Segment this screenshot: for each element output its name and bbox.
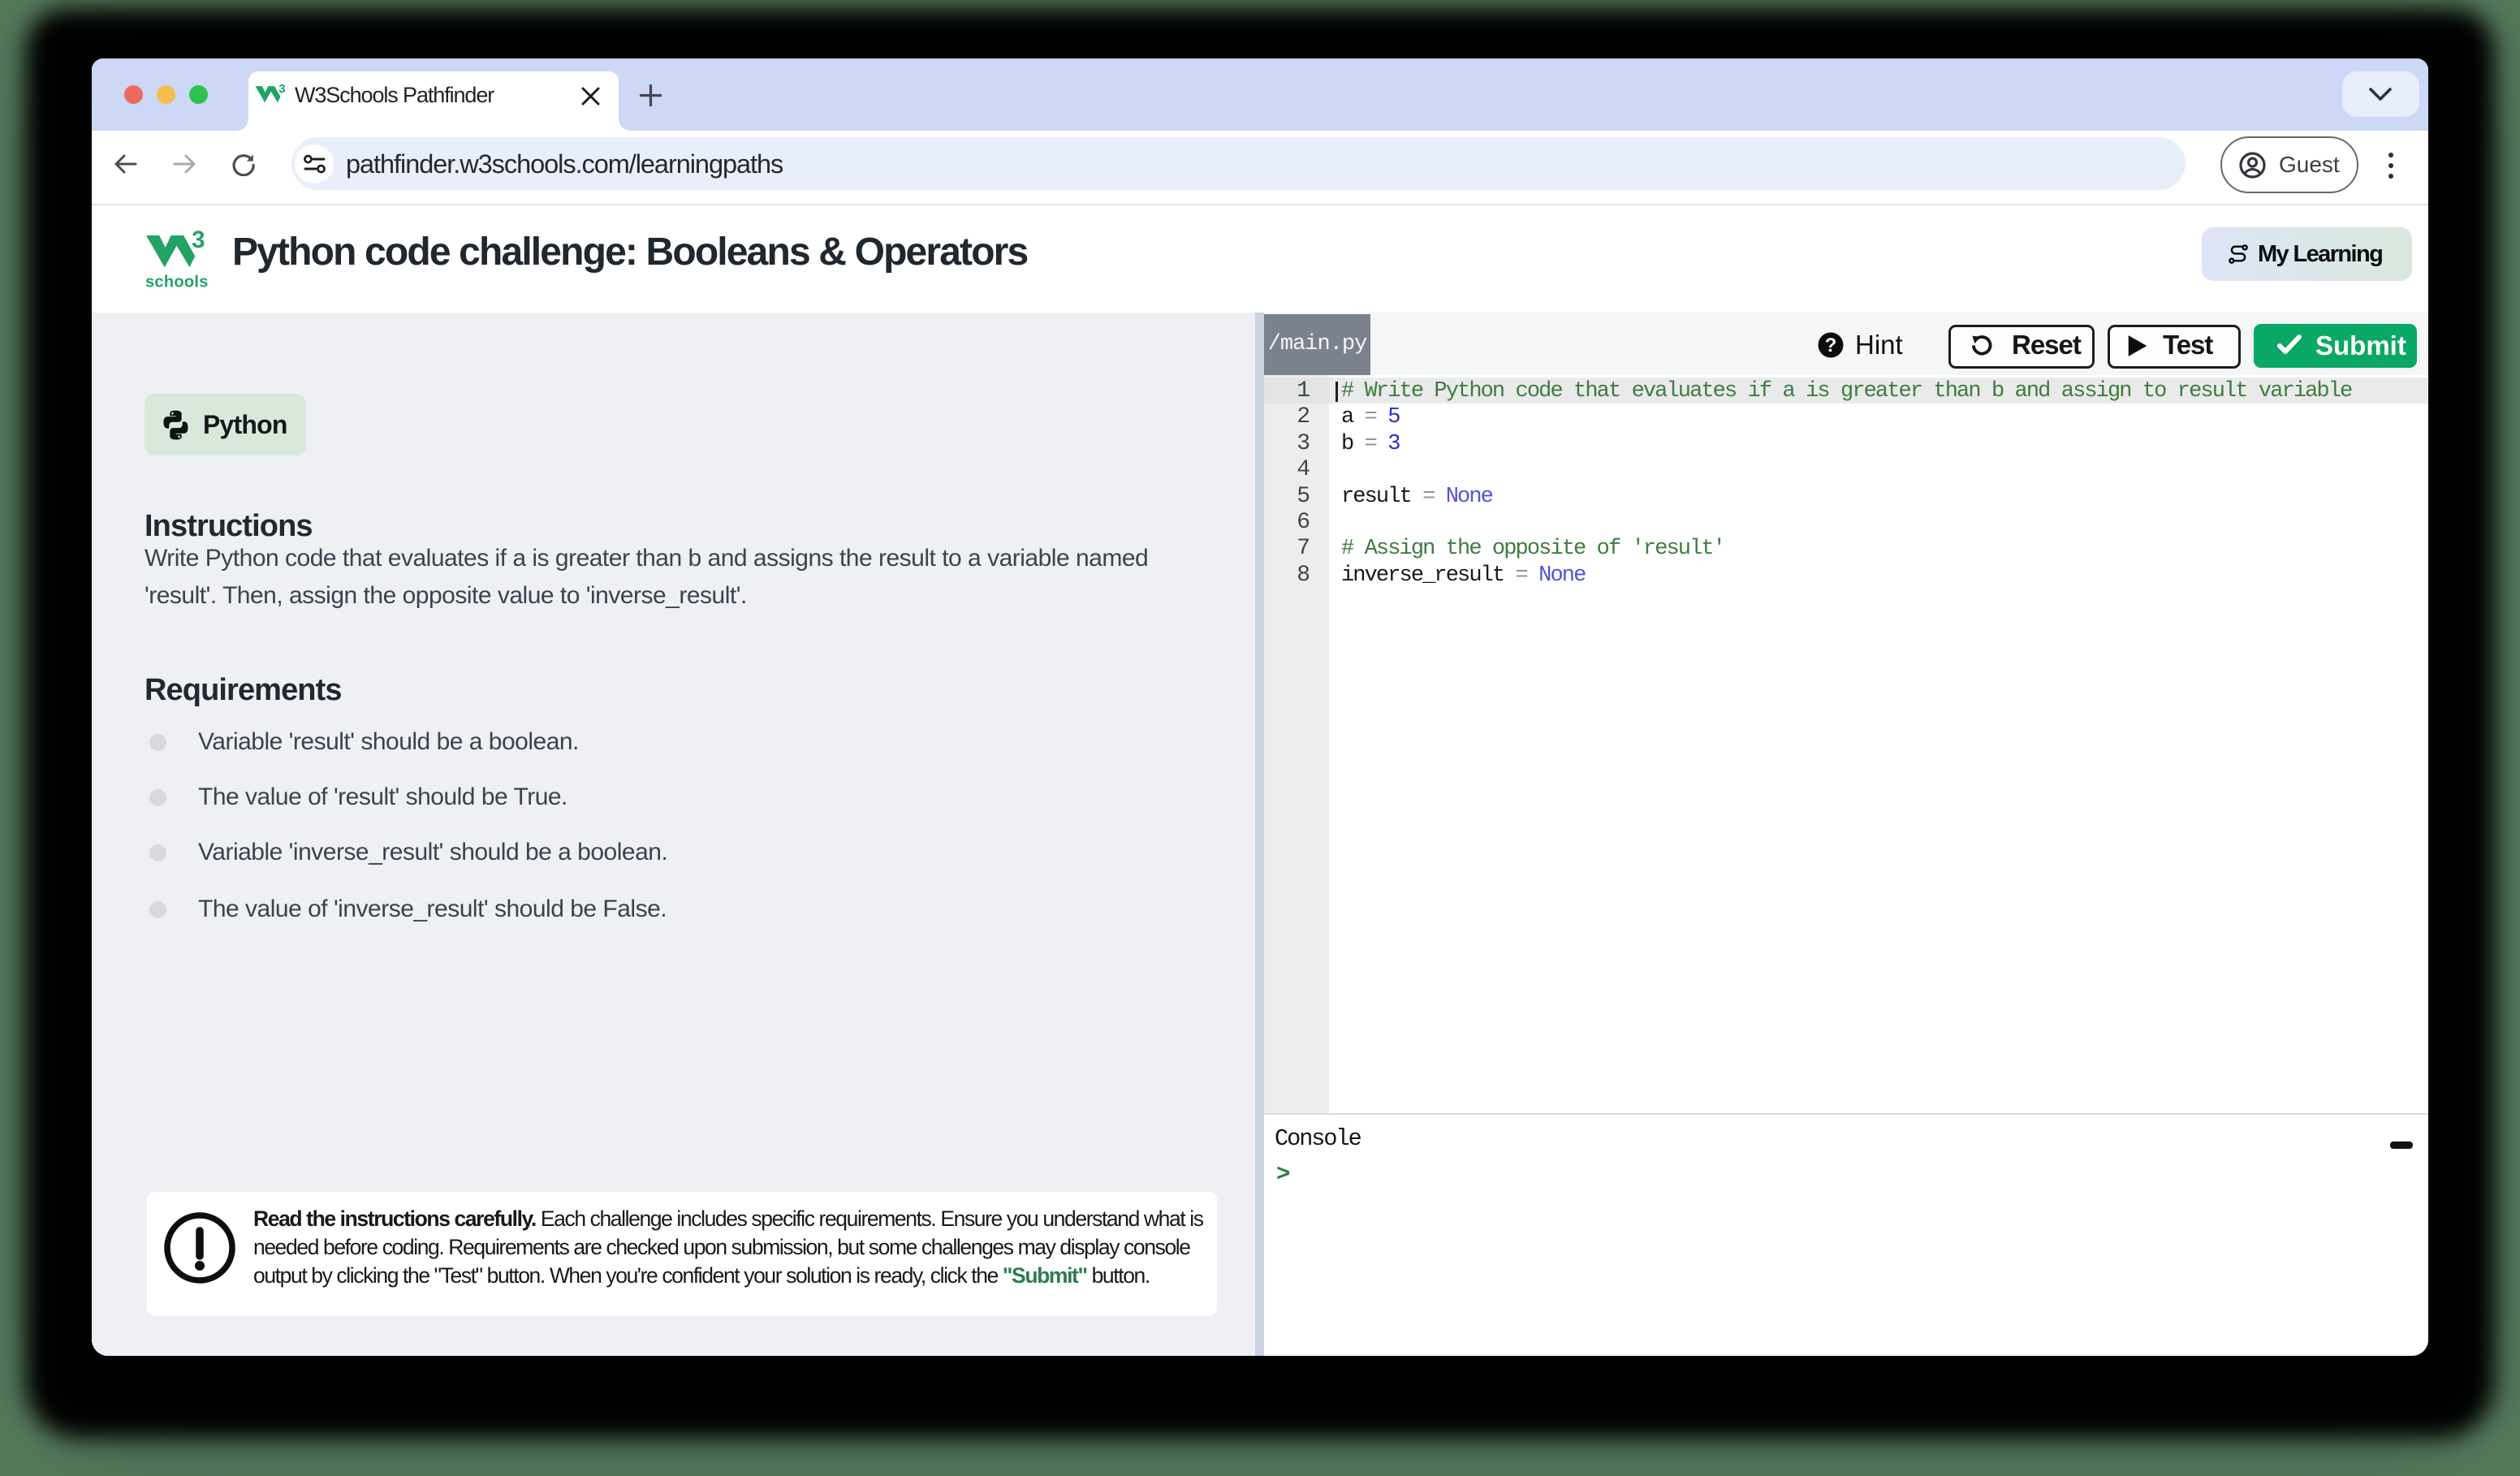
- svg-text:?: ?: [1825, 334, 1837, 356]
- svg-text:3: 3: [192, 229, 205, 253]
- svg-text:schools: schools: [145, 274, 209, 291]
- svg-text:3: 3: [278, 83, 285, 96]
